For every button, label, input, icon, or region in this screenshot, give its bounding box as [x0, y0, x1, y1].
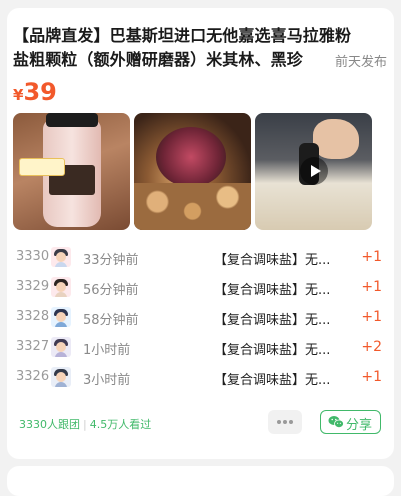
order-list: 3330 33分钟前 【复合调味盐】无... +1 3329 56分钟前 【复合…: [16, 245, 384, 395]
bowl: [156, 127, 226, 187]
price: ¥39: [13, 78, 57, 106]
order-quantity: +1: [361, 309, 382, 325]
group-stats: 3330人跟团 | 4.5万人看过: [19, 416, 151, 432]
price-currency: ¥: [13, 86, 24, 104]
divider: |: [83, 418, 87, 431]
order-row[interactable]: 3326 3小时前 【复合调味盐】无... +1: [16, 365, 384, 395]
avatar: [51, 307, 71, 327]
grinder-video-thumbnail[interactable]: [255, 113, 372, 230]
order-number: 3330: [16, 249, 50, 264]
title-line-1: 【品牌直发】巴基斯坦进口无他嘉选喜马拉雅粉: [13, 26, 352, 45]
share-button[interactable]: 分享: [320, 410, 381, 434]
order-number: 3329: [16, 279, 50, 294]
posted-time: 前天发布: [316, 51, 387, 70]
hand: [313, 119, 359, 159]
avatar: [51, 277, 71, 297]
jar-cap: [46, 113, 98, 127]
nuts: [134, 183, 251, 230]
order-product: 【复合调味盐】无...: [214, 283, 331, 298]
title-line-2: 盐粗颗粒（额外赠研磨器）米其林、黑珍: [13, 50, 303, 69]
order-row[interactable]: 3330 33分钟前 【复合调味盐】无... +1: [16, 245, 384, 275]
order-product: 【复合调味盐】无...: [214, 313, 331, 328]
order-number: 3326: [16, 369, 50, 384]
more-dot-icon: [289, 420, 293, 424]
order-number: 3327: [16, 339, 50, 354]
order-time: 33分钟前: [83, 253, 139, 268]
order-number: 3328: [16, 309, 50, 324]
avatar: [51, 337, 71, 357]
order-product: 【复合调味盐】无...: [214, 343, 331, 358]
salt-jar-image[interactable]: [13, 113, 130, 230]
order-time: 56分钟前: [83, 283, 139, 298]
price-value: 39: [23, 78, 57, 106]
next-card[interactable]: [7, 466, 394, 496]
order-row[interactable]: 3329 56分钟前 【复合调味盐】无... +1: [16, 275, 384, 305]
order-row[interactable]: 3327 1小时前 【复合调味盐】无... +2: [16, 335, 384, 365]
share-label: 分享: [346, 418, 373, 433]
follower-count: 3330人跟团: [19, 418, 80, 431]
wechat-icon: [328, 416, 344, 428]
order-quantity: +1: [361, 369, 382, 385]
more-dot-icon: [277, 420, 281, 424]
view-count: 4.5万人看过: [89, 418, 152, 431]
order-quantity: +1: [361, 249, 382, 265]
play-icon[interactable]: [300, 157, 328, 185]
order-quantity: +1: [361, 279, 382, 295]
order-time: 3小时前: [83, 373, 131, 388]
order-product: 【复合调味盐】无...: [214, 253, 331, 268]
nuts-bowl-image[interactable]: [134, 113, 251, 230]
avatar: [51, 247, 71, 267]
avatar: [51, 367, 71, 387]
order-time: 1小时前: [83, 343, 131, 358]
more-dot-icon: [283, 420, 287, 424]
order-product: 【复合调味盐】无...: [214, 373, 331, 388]
order-time: 58分钟前: [83, 313, 139, 328]
order-quantity: +2: [361, 339, 382, 355]
more-button[interactable]: [268, 410, 302, 434]
order-row[interactable]: 3328 58分钟前 【复合调味盐】无... +1: [16, 305, 384, 335]
promo-stamp: [19, 158, 65, 176]
